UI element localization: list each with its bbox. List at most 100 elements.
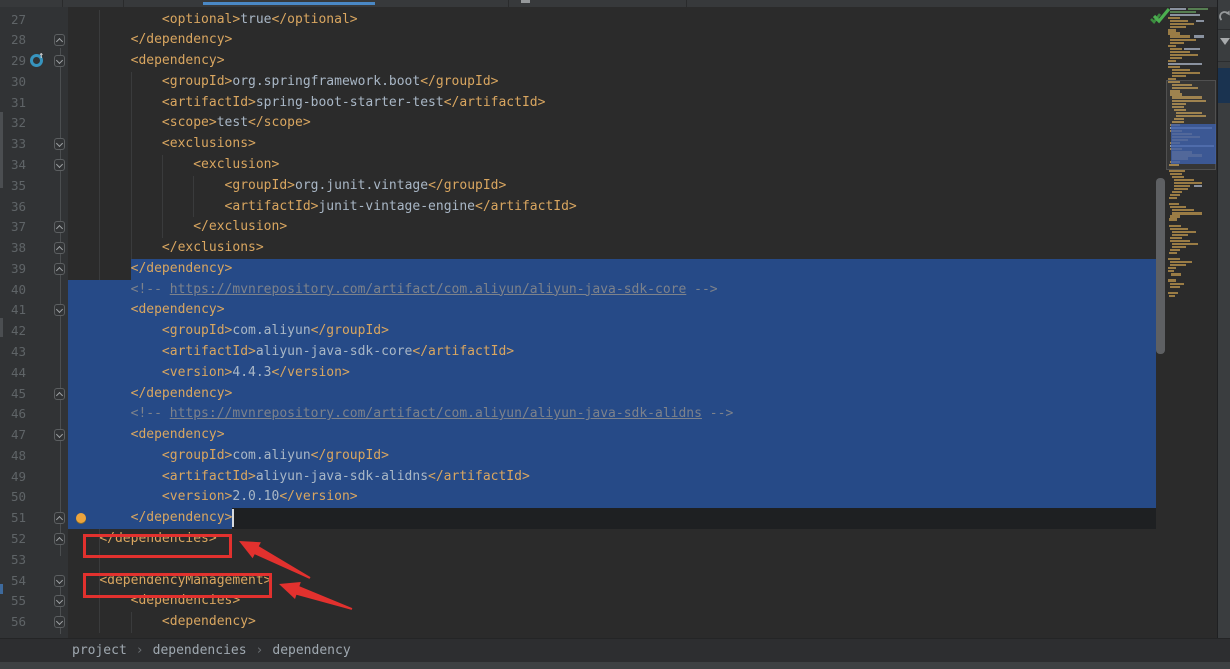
inspections-ok-icon[interactable] (1149, 4, 1173, 28)
fold-marker-up[interactable] (54, 221, 65, 233)
line-number: 38 (0, 238, 26, 259)
fold-marker-up[interactable] (54, 533, 65, 545)
minimap-code-row (1168, 258, 1180, 260)
line-number: 49 (0, 467, 26, 488)
window-edge-mark (0, 318, 3, 337)
line-number: 42 (0, 321, 26, 342)
breadcrumb-item-dependency[interactable]: dependency (272, 639, 350, 662)
minimap-code-row (1172, 243, 1198, 245)
minimap-code-row (1172, 69, 1190, 71)
line-number: 41 (0, 300, 26, 321)
line-number: 39 (0, 259, 26, 280)
breadcrumb-item-project[interactable]: project (72, 639, 127, 662)
code-line[interactable]: <version>2.0.10</version> (68, 487, 358, 508)
fold-marker-down[interactable] (54, 159, 65, 171)
code-line[interactable]: <artifactId>aliyun-java-sdk-alidns</arti… (68, 467, 530, 488)
code-line[interactable]: </dependencies> (68, 529, 217, 550)
code-line[interactable]: <version>4.4.3</version> (68, 363, 350, 384)
line-number: 43 (0, 342, 26, 363)
override-icon[interactable]: ↑ (30, 54, 43, 67)
code-line[interactable]: <artifactId>junit-vintage-engine</artifa… (68, 197, 577, 218)
line-number: 46 (0, 404, 26, 425)
text-caret (232, 509, 234, 527)
fold-marker-up[interactable] (54, 242, 65, 254)
fold-marker-up[interactable] (54, 388, 65, 400)
minimap-code-row (1170, 206, 1186, 208)
minimap-code-row (1169, 197, 1177, 199)
code-line[interactable]: <scope>test</scope> (68, 113, 311, 134)
minimap-selection-block (1171, 124, 1216, 164)
fold-marker-down[interactable] (54, 616, 65, 628)
minimap-code-row (1172, 234, 1188, 236)
active-tab-underline[interactable] (203, 2, 375, 5)
curved-arrow-icon[interactable] (1219, 8, 1230, 22)
code-line[interactable]: <dependencyManagement> (68, 571, 272, 592)
minimap-code-row (1172, 75, 1186, 77)
down-triangle-icon[interactable] (1220, 38, 1230, 45)
breadcrumb-separator: › (127, 639, 153, 662)
minimap-code-row (1170, 240, 1190, 242)
code-line[interactable]: <dependency> (68, 300, 225, 321)
minimap-code-row (1170, 48, 1182, 50)
minimap-code-row (1168, 60, 1176, 62)
code-line[interactable]: </dependency> (68, 508, 232, 529)
code-line[interactable]: <dependency> (68, 425, 225, 446)
minimap-code-row (1172, 72, 1200, 74)
code-line[interactable]: <dependency> (68, 51, 225, 72)
line-number: 28 (0, 30, 26, 51)
breadcrumb-item-dependencies[interactable]: dependencies (153, 639, 247, 662)
code-line[interactable]: </exclusion> (68, 217, 287, 238)
code-line[interactable]: <optional>true</optional> (68, 10, 358, 31)
minimap-code-row (1170, 286, 1180, 288)
code-layer: 27 <optional>true</optional>28 </depende… (0, 0, 1230, 669)
code-line[interactable]: <artifactId>aliyun-java-sdk-core</artifa… (68, 342, 514, 363)
line-number: 34 (0, 155, 26, 176)
fold-marker-down[interactable] (54, 575, 65, 587)
fold-marker-up[interactable] (54, 512, 65, 524)
minimap-code-row (1168, 32, 1180, 34)
code-line[interactable]: <groupId>com.aliyun</groupId> (68, 321, 389, 342)
fold-marker-down[interactable] (54, 429, 65, 441)
status-bar-edge (0, 662, 1230, 669)
fold-marker-down[interactable] (54, 138, 65, 150)
line-number: 53 (0, 550, 26, 571)
fold-marker-down[interactable] (54, 595, 65, 607)
code-line[interactable]: </exclusions> (68, 238, 264, 259)
code-line[interactable]: </dependency> (68, 30, 232, 51)
breadcrumb: project›dependencies›dependency (72, 639, 351, 662)
code-line[interactable]: <exclusion> (68, 155, 279, 176)
line-number: 35 (0, 176, 26, 197)
minimap-code-row (1172, 212, 1202, 214)
line-number: 36 (0, 197, 26, 218)
line-number: 56 (0, 612, 26, 633)
line-number: 33 (0, 134, 26, 155)
code-line[interactable]: <!-- https://mvnrepository.com/artifact/… (68, 280, 718, 301)
minimap-code-row (1170, 264, 1186, 266)
fold-marker-down[interactable] (54, 304, 65, 316)
ide-screen: 27 <optional>true</optional>28 </depende… (0, 0, 1230, 669)
minimap-code-row (1170, 23, 1194, 25)
code-line[interactable]: <groupId>org.springframework.boot</group… (68, 72, 499, 93)
code-line[interactable]: <dependencies> (68, 591, 240, 612)
vertical-scrollbar-thumb[interactable] (1156, 178, 1165, 354)
fold-marker-up[interactable] (54, 263, 65, 275)
minimap-code-row (1170, 283, 1184, 285)
fold-marker-up[interactable] (54, 34, 65, 46)
line-number: 32 (0, 113, 26, 134)
minimap-code-row (1169, 252, 1177, 254)
code-line[interactable]: <groupId>org.junit.vintage</groupId> (68, 176, 506, 197)
code-line[interactable]: <artifactId>spring-boot-starter-test</ar… (68, 93, 545, 114)
code-line[interactable]: <!-- https://mvnrepository.com/artifact/… (68, 404, 733, 425)
minimap-code-row (1170, 249, 1180, 251)
code-line[interactable]: <exclusions> (68, 134, 256, 155)
code-line[interactable]: </dependency> (68, 384, 232, 405)
tab-separator (123, 0, 124, 7)
minimap-code-row (1169, 218, 1177, 220)
minimap-code-row (1168, 66, 1180, 68)
minimap-code-row (1170, 11, 1196, 13)
code-line[interactable]: <dependency> (68, 612, 256, 633)
code-line[interactable]: <groupId>com.aliyun</groupId> (68, 446, 389, 467)
breadcrumb-bar: project›dependencies›dependency (0, 638, 1230, 662)
fold-marker-down[interactable] (54, 55, 65, 67)
code-line[interactable]: </dependency> (68, 259, 232, 280)
